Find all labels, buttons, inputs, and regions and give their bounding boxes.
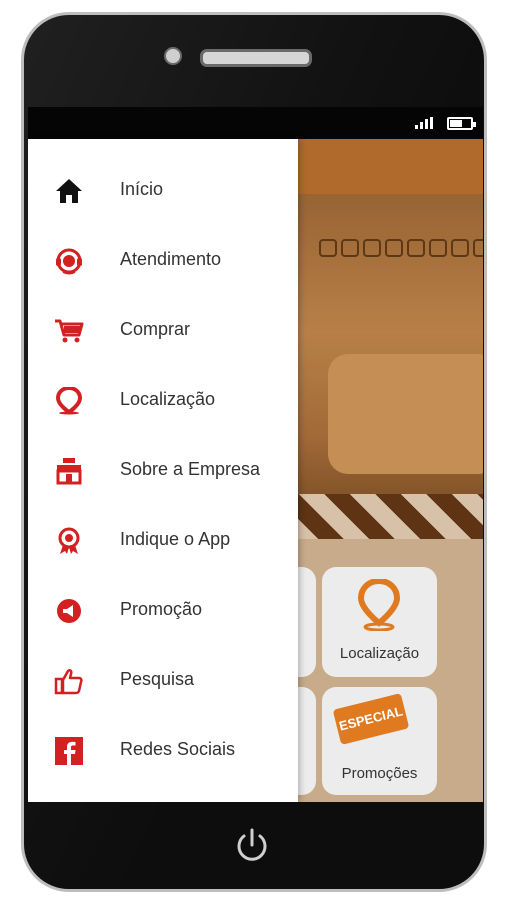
- menu-item-label: Indique o App: [120, 529, 231, 549]
- tile-promocoes[interactable]: ESPECIAL Promoções: [322, 687, 437, 795]
- earpiece-speaker: [200, 49, 312, 67]
- megaphone-icon: [57, 599, 81, 623]
- menu-item-label: Promoção: [120, 599, 203, 619]
- status-bar: [28, 107, 483, 139]
- tile-promocoes-label: Promoções: [341, 765, 418, 782]
- menu-item-label: Redes Sociais: [120, 739, 236, 759]
- menu-item-promocao[interactable]: Promoção: [28, 583, 298, 639]
- navigation-drawer: Início Atendimento Comprar Localização S…: [28, 139, 298, 802]
- menu-item-label: Sobre a Empresa: [120, 459, 261, 479]
- menu-item-redes-sociais[interactable]: Redes Sociais: [28, 723, 298, 779]
- award-ribbon-icon: [58, 527, 80, 554]
- menu-item-sobre-a-empresa[interactable]: Sobre a Empresa: [28, 443, 298, 499]
- tile-localizacao-label: Localização: [339, 645, 420, 662]
- menu-item-atendimento[interactable]: Atendimento: [28, 233, 298, 289]
- menu-item-pesquisa[interactable]: Pesquisa: [28, 653, 298, 709]
- menu-item-localizacao[interactable]: Localização: [28, 373, 298, 429]
- menu-item-label: Atendimento: [120, 249, 222, 269]
- menu-item-indique-o-app[interactable]: Indique o App: [28, 513, 298, 569]
- store-icon: [56, 458, 82, 485]
- battery-icon: [447, 117, 476, 130]
- front-camera: [164, 47, 182, 65]
- location-pin-icon: [358, 579, 400, 631]
- menu-item-label: Localização: [120, 389, 216, 409]
- menu-item-label: Início: [120, 179, 164, 199]
- menu-item-comprar[interactable]: Comprar: [28, 303, 298, 359]
- power-icon[interactable]: [234, 827, 270, 865]
- facebook-icon: [55, 737, 83, 765]
- phone-screen: Localização ESPECIAL Promoções Início At…: [28, 107, 483, 802]
- thumbs-up-icon: [54, 668, 83, 695]
- menu-item-label: Comprar: [120, 319, 191, 339]
- signal-icon: [415, 117, 433, 129]
- tile-localizacao[interactable]: Localização: [322, 567, 437, 677]
- location-pin-icon: [55, 387, 83, 415]
- especial-stamp: ESPECIAL: [332, 693, 410, 745]
- cart-icon: [55, 319, 84, 343]
- home-icon: [56, 179, 82, 203]
- menu-item-inicio[interactable]: Início: [28, 163, 298, 219]
- support-agent-icon: [56, 248, 82, 275]
- phone-frame: Localização ESPECIAL Promoções Início At…: [21, 12, 487, 892]
- menu-item-label: Pesquisa: [120, 669, 195, 689]
